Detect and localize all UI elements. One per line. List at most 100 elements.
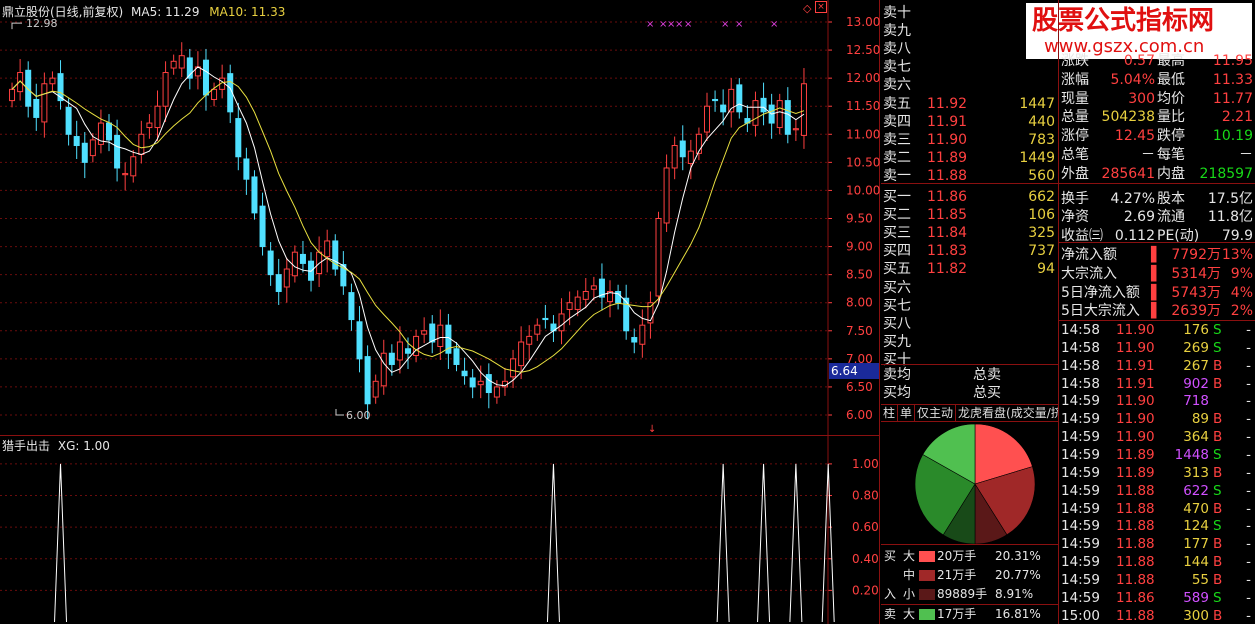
candle-body [542,317,549,321]
candle-body [582,290,589,300]
view-tab[interactable]: 仅主动 [915,405,957,421]
ask-row[interactable]: 卖七 [881,58,1059,76]
bid-row[interactable]: 买四 11.83 737 [881,242,1059,260]
tick-row[interactable]: 14:59 11.88 177 B - [1059,535,1255,553]
tick-volume: 269 [1183,339,1209,356]
tick-volume: 622 [1183,482,1209,499]
candle-body [65,106,72,135]
quote-label: 换手 [1061,190,1089,207]
tick-dash: - [1246,607,1251,624]
view-tab[interactable]: 单 [898,405,916,421]
quote-label-2: 最低 [1157,71,1185,88]
level-label: 卖四 [883,113,911,130]
flow-size: 中 [903,568,916,582]
tick-row[interactable]: 14:59 11.88 55 B - [1059,571,1255,589]
bid-row[interactable]: 买三 11.84 325 [881,224,1059,242]
tick-time: 14:59 [1061,518,1100,535]
tick-row[interactable]: 14:59 11.89 313 B - [1059,464,1255,482]
capital-flow-percent: 13% [1221,247,1253,263]
bid-row[interactable]: 买八 [881,315,1059,333]
flow-row: 卖大 17万手 16.81% [881,604,1059,623]
level-label: 卖九 [883,23,911,40]
tick-row[interactable]: 14:59 11.88 622 S - [1059,482,1255,500]
total-buy-label: 总买 [973,385,1001,401]
indicator-panel[interactable]: 猎手出击 XG: 1.00 1.00 0.80 0.60 0.40 0.20 [0,436,880,624]
ask-row[interactable]: 卖二 11.89 1449 [881,149,1059,167]
tick-row[interactable]: 14:59 11.88 124 S - [1059,517,1255,535]
tick-list[interactable]: 14:58 11.90 176 S -14:58 11.90 269 S -14:58 11.91… [1059,321,1255,624]
y-tick-label: 6.50 [846,380,873,394]
quote-label-2: 均价 [1157,90,1185,107]
signal-spike [546,463,560,623]
ask-row[interactable]: 卖五 11.92 1447 [881,95,1059,113]
high-price-label: 12.98 [26,17,58,30]
tick-time: 14:58 [1061,375,1100,392]
quote-value-2: 11.8亿 [1207,209,1253,226]
candle-body [687,150,694,164]
quote-value: 504238 [1101,109,1155,126]
tick-row[interactable]: 14:59 11.86 589 S - [1059,589,1255,607]
candle-body [81,142,88,163]
view-tab[interactable]: 柱 [881,405,899,421]
tick-row[interactable]: 14:59 11.90 89 B - [1059,410,1255,428]
tick-time: 14:58 [1061,322,1100,338]
candle-body [106,122,113,141]
signal-mark: × [770,19,778,30]
tick-row[interactable]: 15:00 11.88 300 B - [1059,607,1255,624]
tick-row[interactable]: 14:58 11.90 269 S - [1059,339,1255,357]
ask-row[interactable]: 卖六 [881,76,1059,94]
capital-flow-value: 5743万 [1171,284,1221,301]
ask-row[interactable]: 卖四 11.91 440 [881,113,1059,131]
tick-side: S [1213,589,1222,606]
y-tick-label: 13.00 [846,15,880,29]
bid-row[interactable]: 买六 [881,279,1059,297]
flow-swatch [919,570,935,581]
bid-row[interactable]: 买五 11.82 94 [881,260,1059,278]
bid-row[interactable]: 买一 11.86 662 [881,188,1059,206]
quote-row: 涨跌 0.57 最高 11.95 [1059,52,1255,71]
tick-row[interactable]: 14:58 11.91 902 B - [1059,375,1255,393]
tick-price: 11.88 [1116,571,1155,588]
tick-dash: - [1246,464,1251,481]
candle-body [388,352,395,365]
tick-row[interactable]: 14:59 11.90 364 B - [1059,428,1255,446]
tick-row[interactable]: 14:58 11.91 267 B - [1059,357,1255,375]
level-label: 买三 [883,225,911,242]
tick-price: 11.91 [1116,375,1155,392]
level-label: 卖三 [883,131,911,148]
capital-flow-bar-icon: ▌ [1151,303,1162,320]
capital-flow-bar-icon: ▌ [1151,284,1162,301]
quote-value: 12.45 [1114,128,1155,145]
bid-row[interactable]: 买七 [881,297,1059,315]
tick-price: 11.88 [1116,518,1155,535]
candle-body [639,324,646,345]
tick-time: 14:59 [1061,589,1100,606]
tick-row[interactable]: 14:59 11.88 144 B - [1059,553,1255,571]
candle-body [89,139,96,157]
tick-row[interactable]: 14:59 11.90 718 - [1059,392,1255,410]
candle-body [623,297,630,332]
bid-row[interactable]: 买九 [881,333,1059,351]
level-volume: 106 [1028,207,1055,224]
quote-label-2: 股本 [1157,190,1185,207]
y-tick-label: 11.50 [846,99,880,113]
tick-time: 14:59 [1061,393,1100,410]
tick-volume: 55 [1191,571,1209,588]
flow-percent: 20.77% [995,568,1041,582]
tick-side: B [1213,411,1223,428]
tick-price: 11.88 [1116,554,1155,571]
kline-panel[interactable]: 鼎立股份(日线,前复权) MA5: 11.29 MA10: 11.33 ◇ × … [0,0,880,436]
flow-side: 卖 [884,607,897,621]
candle-body [17,72,24,93]
quote-row: 收益㈢ 0.112 PE(动) 79.9 [1059,227,1255,246]
view-tab[interactable]: 龙虎看盘(成交量/挤 [956,405,1059,421]
candle-body [590,285,597,290]
tick-row[interactable]: 14:59 11.89 1448 S - [1059,446,1255,464]
bid-row[interactable]: 买二 11.85 106 [881,206,1059,224]
ask-row[interactable]: 卖三 11.90 783 [881,131,1059,149]
tick-row[interactable]: 14:59 11.88 470 B - [1059,500,1255,518]
level-volume: 737 [1028,243,1055,260]
flow-table: 买大 20万手 20.31% 中 21万手 20.77% 入小 89889手 8.91% 卖大 17… [881,544,1059,624]
tick-row[interactable]: 14:58 11.90 176 S - [1059,321,1255,339]
tick-dash: - [1246,571,1251,588]
